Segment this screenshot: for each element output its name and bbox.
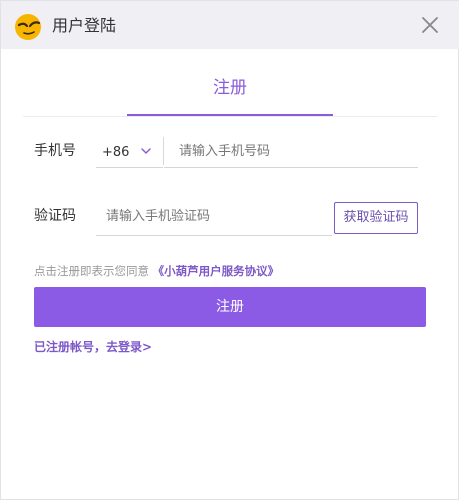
tab-register-label: 注册 xyxy=(213,78,247,98)
login-dialog: 用户登陆 注册 手机号 +86 验证码 获取验证码 点击注册即表示您同意 《小葫… xyxy=(0,0,459,500)
phone-separator xyxy=(163,137,164,165)
chevron-down-icon xyxy=(141,148,151,154)
login-link[interactable]: 已注册帐号，去登录> xyxy=(34,339,152,355)
verify-code-underline xyxy=(96,235,332,236)
verify-code-input[interactable] xyxy=(106,204,328,228)
phone-label: 手机号 xyxy=(34,143,76,159)
title-bar: 用户登陆 xyxy=(1,1,459,49)
register-button[interactable]: 注册 xyxy=(34,287,426,327)
verify-code-label: 验证码 xyxy=(34,208,76,224)
country-code-value: +86 xyxy=(102,145,130,160)
tab-divider xyxy=(23,116,437,117)
country-code-select[interactable]: +86 xyxy=(102,141,160,161)
phone-underline xyxy=(164,167,418,168)
agreement-link[interactable]: 《小葫芦用户服务协议》 xyxy=(153,264,280,278)
tab-register[interactable]: 注册 xyxy=(127,73,333,117)
gourd-face-logo-icon xyxy=(15,14,41,40)
window-title: 用户登陆 xyxy=(52,16,117,35)
phone-input[interactable] xyxy=(179,139,415,163)
agreement-line: 点击注册即表示您同意 《小葫芦用户服务协议》 xyxy=(34,263,279,279)
close-icon[interactable] xyxy=(420,15,440,35)
agreement-text: 点击注册即表示您同意 xyxy=(34,264,149,278)
country-underline xyxy=(96,167,163,168)
get-code-button[interactable]: 获取验证码 xyxy=(334,202,418,234)
